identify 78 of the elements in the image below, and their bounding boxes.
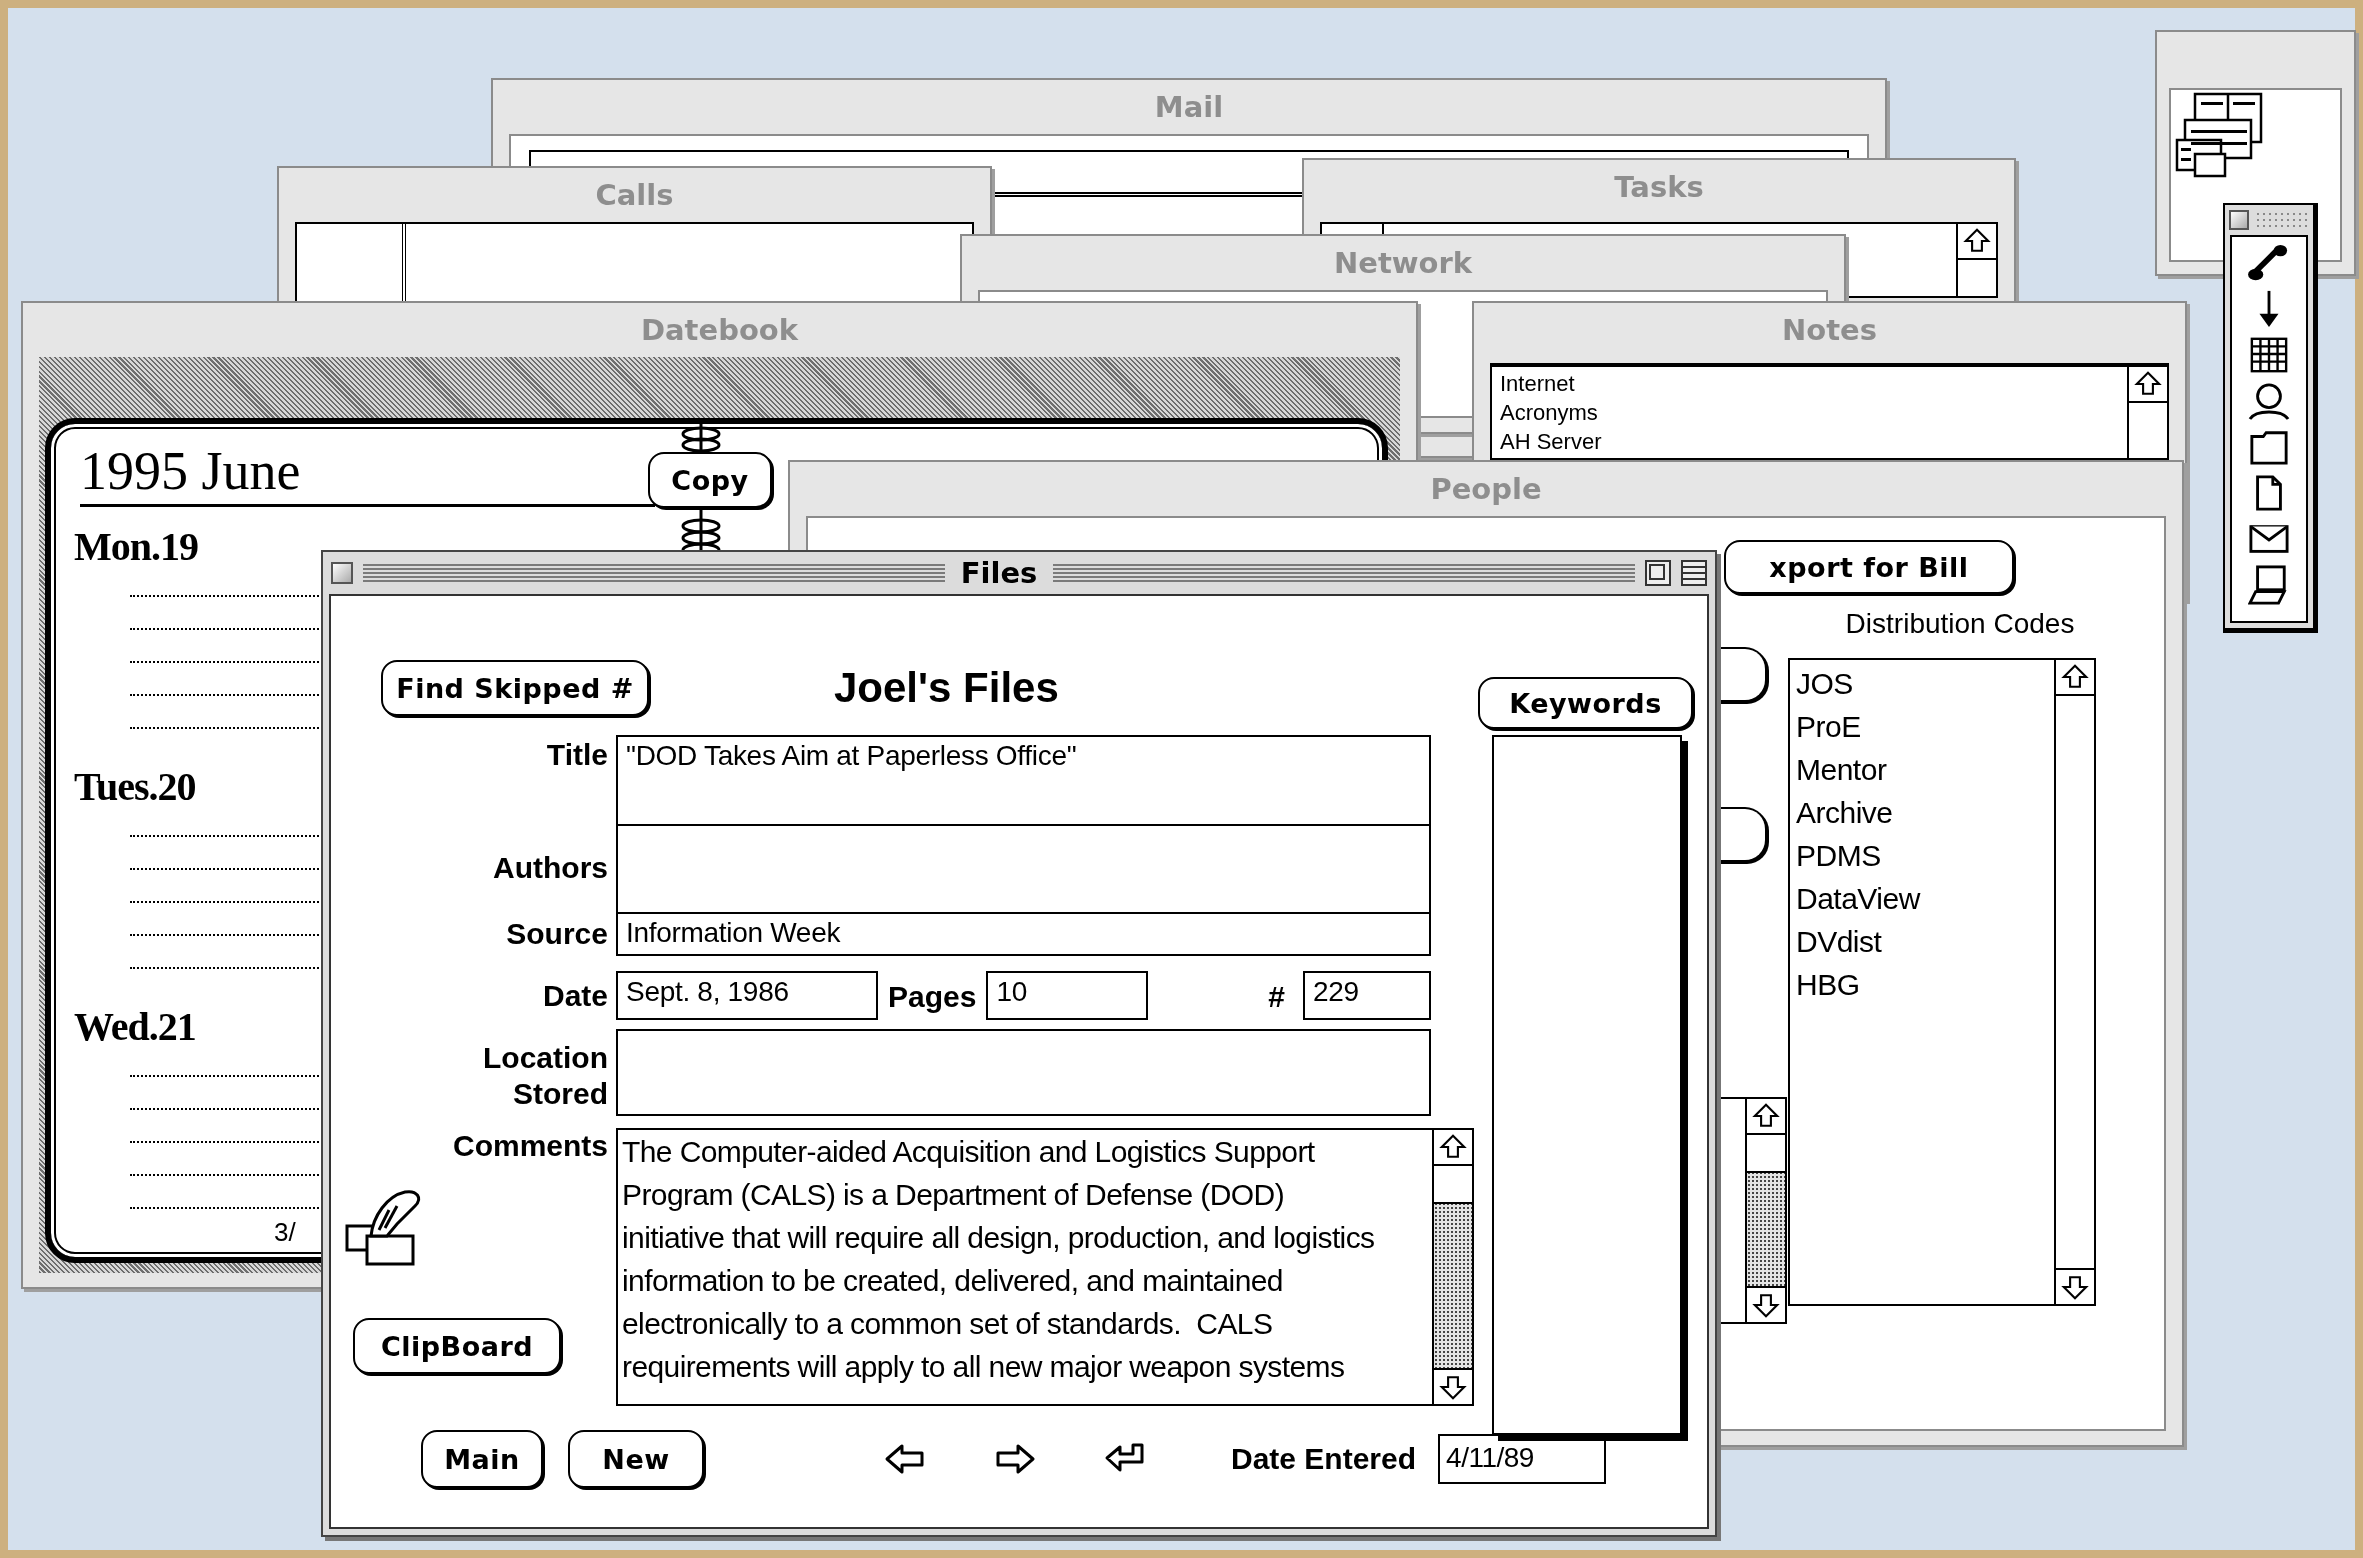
close-button[interactable] [331,562,353,584]
up-arrow-icon [1752,1102,1780,1130]
window-title: Calls [595,178,674,212]
field-label: Comments [452,1128,609,1164]
up-arrow-icon [1439,1133,1467,1161]
window-title: Datebook [640,313,799,347]
scroll-thumb[interactable] [1434,1166,1472,1204]
card-heading: Joel's Files [834,664,1059,712]
text-area[interactable] [616,1128,1474,1406]
list-item[interactable]: Archive [1796,791,1893,834]
grid-icon[interactable] [2248,335,2290,375]
new-button[interactable]: New [568,1430,704,1488]
field-label: Title [546,737,609,773]
text-field[interactable]: Information Week [616,912,1431,956]
field-label: Date Entered [1231,1442,1417,1476]
field-label: Authors [493,850,609,886]
window-title: Files [959,556,1039,590]
page-number: 3/ [274,1217,296,1248]
scrollbar[interactable] [1745,1099,1785,1322]
day-heading: Wed.21 [74,1010,196,1044]
field-label: # [1268,980,1285,1015]
text-field[interactable]: "DOD Takes Aim at Paperless Office" [616,735,1431,824]
list-item[interactable]: JOS [1796,662,1853,705]
field-label: Date [542,978,609,1014]
up-arrow-icon [2134,370,2162,398]
scrollbar[interactable] [1956,224,1996,296]
field-label: Pages [888,980,977,1015]
button[interactable] [1719,647,1767,702]
list-item[interactable]: Internet [1500,369,1575,398]
button[interactable] [1719,807,1767,862]
zoom-button[interactable] [1645,560,1671,586]
text-field[interactable]: 229 [1303,971,1431,1020]
down-arrow-icon [1439,1373,1467,1401]
left-arrow-icon[interactable] [884,1442,926,1476]
window-title: Notes [1782,313,1877,347]
scrollbar[interactable] [2127,367,2167,458]
scrollbar[interactable] [1432,1130,1472,1404]
list-item[interactable]: Acronyms [1500,398,1598,427]
day-heading: Mon.19 [74,530,198,564]
copy-button[interactable]: Copy [648,452,772,508]
window-title: People [1430,472,1542,506]
list-item[interactable]: DataView [1796,877,1920,920]
person-icon[interactable] [2248,381,2290,421]
text-field[interactable] [616,1029,1431,1116]
list-heading: Distribution Codes [1845,608,2075,640]
down-arrow-icon [2061,1273,2089,1301]
close-button[interactable] [2229,210,2249,230]
export-button[interactable]: xport for Bill [1724,540,2014,594]
comments-text: The Computer-aided Acquisition and Logistics Support Program (CALS) is a Department of Defense (DOD) initiative that will require all design, production, and logistics information to be created, delivered, and maintained electronically to a common set of standards. CALS requirements will apply to all new major weapon systems [621,1134,1376,1385]
keywords-button[interactable]: Keywords [1478,677,1693,729]
calendar-stack-icon[interactable] [2175,92,2263,178]
day-heading: Tues.20 [74,770,196,804]
list-item[interactable]: HBG [1796,963,1860,1006]
field-label: Source [506,916,609,952]
list-item[interactable]: PDMS [1796,834,1881,877]
text-field[interactable]: Sept. 8, 1986 [616,971,878,1020]
right-arrow-icon[interactable] [994,1442,1036,1476]
text-field[interactable]: 10 [986,971,1149,1020]
list-item[interactable]: DVdist [1796,920,1882,963]
up-arrow-icon [2061,663,2089,691]
list-item[interactable]: Mentor [1796,748,1887,791]
up-arrow-icon [1963,227,1991,255]
window-title: Mail [1154,90,1224,124]
date-field[interactable]: 4/11/89 [1438,1434,1607,1484]
collapse-button[interactable] [1681,560,1707,586]
scrollbar[interactable] [2054,660,2094,1304]
list-item[interactable]: AH Server [1500,427,1602,456]
down-arrow-icon [1752,1291,1780,1319]
field-label: Location Stored [483,1040,609,1112]
scroll-thumb[interactable] [1747,1135,1785,1173]
text-field[interactable] [616,824,1431,912]
main-button[interactable]: Main [421,1430,543,1488]
phone-icon[interactable] [2248,243,2290,283]
window-title: Network [1333,246,1473,280]
find-skipped-button[interactable]: Find Skipped # [381,660,649,716]
clipboard-button[interactable]: ClipBoard [353,1318,561,1374]
list-item[interactable]: ProE [1796,705,1861,748]
window-title: Tasks [1614,170,1704,204]
